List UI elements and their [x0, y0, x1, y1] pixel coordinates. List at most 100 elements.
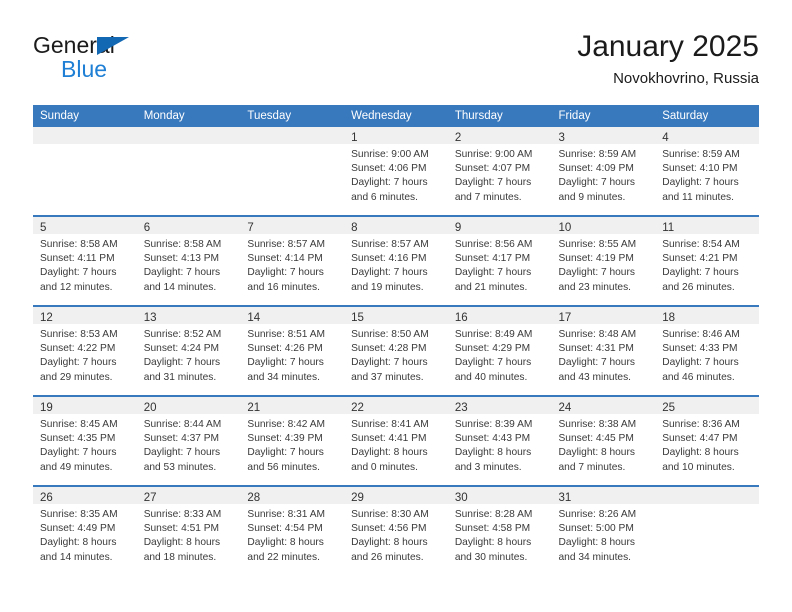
calendar-cell-inner: 17 Sunrise: 8:48 AM Sunset: 4:31 PM Dayligh… [551, 307, 656, 395]
calendar-cell-inner: 10 Sunrise: 8:55 AM Sunset: 4:19 PM Dayligh… [551, 217, 656, 305]
calendar-cell-inner: 16 Sunrise: 8:49 AM Sunset: 4:29 PM Dayligh… [447, 307, 552, 395]
day-number: 19 [40, 402, 53, 414]
calendar-cell-day[interactable]: 19 Sunrise: 8:45 AM Sunset: 4:35 PM Dayligh… [33, 395, 137, 486]
calendar-cell-inner: 29 Sunrise: 8:30 AM Sunset: 4:56 PM Dayligh… [344, 487, 448, 575]
daylight-text-cont: and 43 minutes. [558, 371, 632, 383]
daylight-text-cont: and 29 minutes. [40, 371, 113, 383]
sunset-text: Sunset: 4:45 PM [558, 433, 634, 445]
calendar-cell-inner [136, 127, 241, 215]
calendar-cell-inner: 21 Sunrise: 8:42 AM Sunset: 4:39 PM Dayligh… [240, 397, 345, 485]
sunrise-text: Sunrise: 8:26 AM [558, 509, 637, 520]
daylight-text: Daylight: 7 hours [351, 267, 428, 279]
calendar-cell-day[interactable]: 13 Sunrise: 8:52 AM Sunset: 4:24 PM Dayligh… [136, 305, 241, 396]
calendar-week-row: 12 Sunrise: 8:53 AM Sunset: 4:22 PM Dayligh… [33, 305, 759, 396]
day-number: 5 [40, 222, 47, 234]
calendar-cell-day[interactable]: 26 Sunrise: 8:35 AM Sunset: 4:49 PM Dayligh… [33, 485, 137, 575]
calendar-cell-day[interactable]: 23 Sunrise: 8:39 AM Sunset: 4:43 PM Dayligh… [447, 395, 552, 486]
sunrise-text: Sunrise: 8:48 AM [558, 329, 637, 340]
sunrise-text: Sunrise: 8:31 AM [247, 509, 325, 520]
calendar-cell-day[interactable]: 21 Sunrise: 8:42 AM Sunset: 4:39 PM Dayligh… [240, 395, 345, 486]
sunset-text: Sunset: 4:51 PM [143, 523, 220, 535]
daylight-text-cont: and 22 minutes. [247, 551, 320, 563]
calendar-cell-inner: 25 Sunrise: 8:36 AM Sunset: 4:47 PM Dayligh… [655, 397, 759, 485]
calendar-cell-day[interactable]: 12 Sunrise: 8:53 AM Sunset: 4:22 PM Dayligh… [33, 305, 137, 396]
calendar-cell-day[interactable]: 16 Sunrise: 8:49 AM Sunset: 4:29 PM Dayligh… [447, 305, 552, 396]
weekday-header-friday: Friday [551, 105, 656, 127]
calendar-cell-day[interactable]: 3 Sunrise: 8:59 AM Sunset: 4:09 PM Daylight… [551, 127, 656, 216]
sunrise-text: Sunrise: 8:59 AM [558, 149, 637, 160]
sunrise-text: Sunrise: 8:44 AM [143, 419, 222, 430]
sunrise-text: Sunrise: 8:52 AM [143, 329, 222, 340]
day-details: Sunrise: 8:54 AM Sunset: 4:21 PM Daylight:… [655, 234, 759, 295]
daylight-text: Daylight: 8 hours [143, 537, 221, 549]
daylight-text-cont: and 14 minutes. [143, 281, 217, 293]
calendar-cell-day[interactable]: 7 Sunrise: 8:57 AM Sunset: 4:14 PM Daylight… [240, 215, 345, 306]
calendar-cell-inner [33, 127, 137, 215]
day-number-strip: 29 [344, 487, 448, 504]
calendar-cell-day[interactable]: 6 Sunrise: 8:58 AM Sunset: 4:13 PM Daylight… [136, 215, 241, 306]
day-number: 4 [662, 132, 669, 144]
calendar-head: Sunday Monday Tuesday Wednesday Thursday… [33, 105, 759, 127]
day-details [655, 504, 759, 508]
calendar-cell-day[interactable]: 2 Sunrise: 9:00 AM Sunset: 4:07 PM Daylight… [447, 127, 552, 216]
sunrise-text: Sunrise: 8:54 AM [662, 239, 740, 250]
calendar-cell-day[interactable]: 1 Sunrise: 9:00 AM Sunset: 4:06 PM Daylight… [344, 127, 448, 216]
calendar-cell-day[interactable]: 25 Sunrise: 8:36 AM Sunset: 4:47 PM Dayligh… [655, 395, 759, 486]
calendar-cell-inner: 30 Sunrise: 8:28 AM Sunset: 4:58 PM Dayligh… [447, 487, 552, 575]
sunset-text: Sunset: 4:41 PM [351, 433, 427, 445]
calendar-cell-empty [136, 127, 241, 216]
calendar-page: General Blue January 2025 Novokhovrino, … [0, 0, 792, 612]
day-number: 17 [558, 312, 572, 324]
daylight-text-cont: and 7 minutes. [558, 461, 626, 473]
logo-word-blue: Blue [61, 56, 108, 82]
day-number: 13 [143, 312, 157, 324]
calendar-cell-day[interactable]: 29 Sunrise: 8:30 AM Sunset: 4:56 PM Dayligh… [344, 485, 448, 575]
calendar-cell-empty [240, 127, 345, 216]
calendar-cell-day[interactable]: 15 Sunrise: 8:50 AM Sunset: 4:28 PM Dayligh… [344, 305, 448, 396]
day-details: Sunrise: 8:45 AM Sunset: 4:35 PM Daylight:… [33, 414, 137, 475]
calendar-cell-day[interactable]: 20 Sunrise: 8:44 AM Sunset: 4:37 PM Dayligh… [136, 395, 241, 486]
daylight-text-cont: and 34 minutes. [558, 551, 632, 563]
sunrise-text: Sunrise: 9:00 AM [351, 149, 429, 160]
day-number-strip: 19 [33, 397, 137, 414]
page-subtitle: Novokhovrino, Russia [613, 70, 759, 87]
daylight-text-cont: and 3 minutes. [454, 461, 522, 473]
calendar-cell-day[interactable]: 10 Sunrise: 8:55 AM Sunset: 4:19 PM Dayligh… [551, 215, 656, 306]
day-number-strip: 20 [136, 397, 241, 414]
day-number: 14 [247, 312, 261, 324]
calendar-cell-inner: 23 Sunrise: 8:39 AM Sunset: 4:43 PM Dayligh… [447, 397, 552, 485]
calendar-cell-day[interactable]: 28 Sunrise: 8:31 AM Sunset: 4:54 PM Dayligh… [240, 485, 345, 575]
day-details: Sunrise: 8:51 AM Sunset: 4:26 PM Daylight:… [240, 324, 344, 385]
day-number-strip: 5 [33, 217, 137, 234]
calendar-cell-day[interactable]: 24 Sunrise: 8:38 AM Sunset: 4:45 PM Dayligh… [551, 395, 656, 486]
sunset-text: Sunset: 4:54 PM [247, 523, 323, 535]
calendar-cell-inner: 20 Sunrise: 8:44 AM Sunset: 4:37 PM Dayligh… [136, 397, 241, 485]
calendar-cell-inner: 11 Sunrise: 8:54 AM Sunset: 4:21 PM Dayligh… [655, 217, 759, 305]
sunrise-text: Sunrise: 8:55 AM [558, 239, 637, 250]
daylight-text-cont: and 56 minutes. [247, 461, 320, 473]
calendar-cell-day[interactable]: 18 Sunrise: 8:46 AM Sunset: 4:33 PM Dayligh… [655, 305, 759, 396]
calendar-cell-day[interactable]: 11 Sunrise: 8:54 AM Sunset: 4:21 PM Dayligh… [655, 215, 759, 306]
calendar-cell-day[interactable]: 5 Sunrise: 8:58 AM Sunset: 4:11 PM Daylight… [33, 215, 137, 306]
daylight-text: Daylight: 8 hours [662, 447, 739, 459]
calendar-cell-day[interactable]: 8 Sunrise: 8:57 AM Sunset: 4:16 PM Daylight… [344, 215, 448, 306]
calendar-cell-day[interactable]: 30 Sunrise: 8:28 AM Sunset: 4:58 PM Dayligh… [447, 485, 552, 575]
daylight-text-cont: and 9 minutes. [558, 191, 626, 203]
daylight-text-cont: and 46 minutes. [662, 371, 735, 383]
sunrise-text: Sunrise: 8:39 AM [454, 419, 533, 430]
sunrise-text: Sunrise: 8:59 AM [662, 149, 740, 160]
day-number: 11 [662, 222, 675, 234]
day-number: 18 [662, 312, 676, 324]
calendar-cell-day[interactable]: 27 Sunrise: 8:33 AM Sunset: 4:51 PM Dayligh… [136, 485, 241, 575]
calendar-cell-inner: 31 Sunrise: 8:26 AM Sunset: 5:00 PM Dayligh… [551, 487, 656, 575]
logo-line-two: Blue [33, 56, 233, 82]
calendar-cell-day[interactable]: 17 Sunrise: 8:48 AM Sunset: 4:31 PM Dayligh… [551, 305, 656, 396]
calendar-cell-day[interactable]: 14 Sunrise: 8:51 AM Sunset: 4:26 PM Dayligh… [240, 305, 345, 396]
day-number-strip [655, 487, 759, 504]
calendar-cell-day[interactable]: 4 Sunrise: 8:59 AM Sunset: 4:10 PM Daylight… [655, 127, 759, 216]
calendar-cell-day[interactable]: 22 Sunrise: 8:41 AM Sunset: 4:41 PM Dayligh… [344, 395, 448, 486]
calendar-cell-inner [655, 487, 759, 575]
day-number-strip [136, 127, 241, 144]
calendar-cell-day[interactable]: 31 Sunrise: 8:26 AM Sunset: 5:00 PM Dayligh… [551, 485, 656, 575]
calendar-cell-day[interactable]: 9 Sunrise: 8:56 AM Sunset: 4:17 PM Daylight… [447, 215, 552, 306]
